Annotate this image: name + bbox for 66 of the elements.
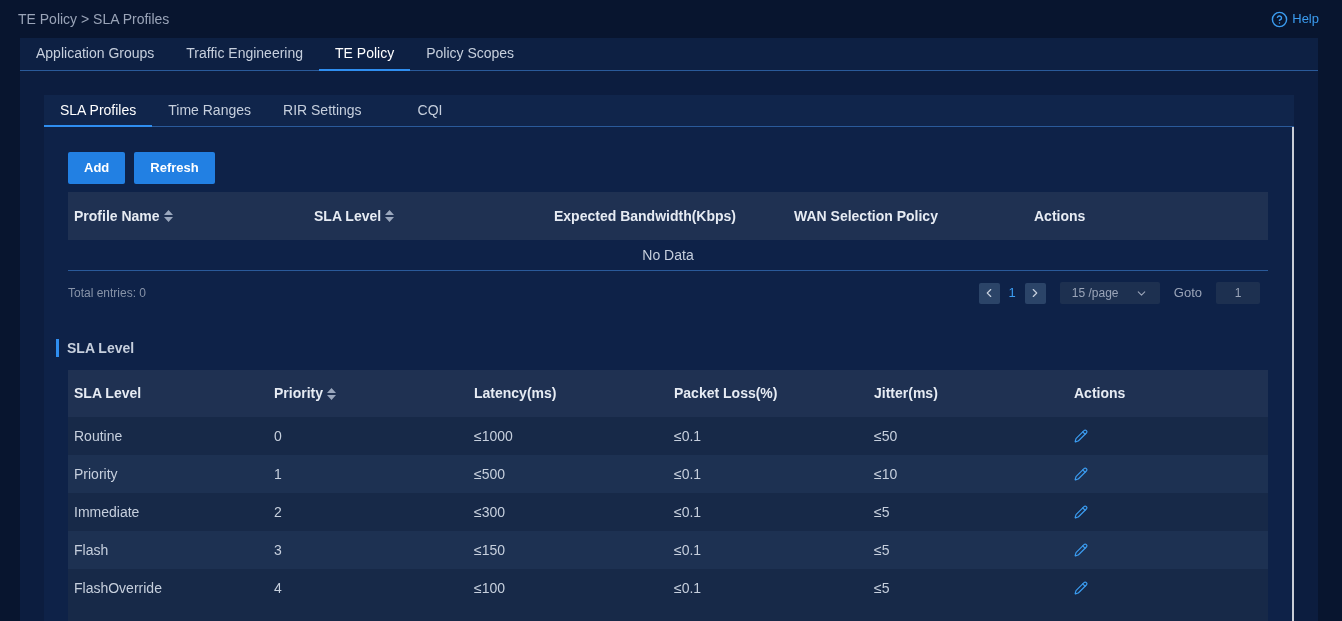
column-header: WAN Selection Policy (794, 206, 938, 226)
table-cell-text: 3 (274, 540, 282, 560)
table-cell-text: Routine (74, 426, 123, 446)
table-cell-text: Priority (74, 464, 118, 484)
main-tab[interactable]: Policy Scopes (410, 38, 531, 71)
table-cell-text: ≤5 (874, 540, 890, 560)
goto-field[interactable]: 1 (1216, 282, 1260, 304)
table-cell-text: 1 (274, 464, 282, 484)
total-entries: Total entries: 0 (68, 285, 147, 302)
column-header: Expected Bandwidth(Kbps) (554, 206, 736, 226)
column-header: Priority (274, 384, 323, 403)
table-cell-text: Flash (74, 540, 109, 560)
sub-tab[interactable]: CQI (401, 95, 459, 127)
main-tab[interactable]: Traffic Engineering (170, 38, 320, 71)
table-cell-text: ≤0.1 (674, 464, 702, 484)
action-button[interactable]: Refresh (134, 152, 215, 184)
main-tab[interactable]: Application Groups (20, 38, 171, 71)
column-header: Actions (1034, 206, 1086, 226)
edit-icon[interactable] (1074, 429, 1088, 443)
table-cell-text: ≤1000 (474, 426, 513, 446)
column-header: Profile Name (74, 206, 160, 226)
action-button[interactable]: Add (68, 152, 126, 184)
next-page-button[interactable] (1024, 282, 1046, 304)
previous-page-button[interactable] (978, 282, 1000, 304)
main-tab[interactable]: TE Policy (319, 38, 411, 71)
table-cell-text: ≤50 (874, 426, 898, 446)
help-icon (1271, 10, 1289, 28)
page-number[interactable]: 1 (999, 283, 1025, 303)
table-cell-text: Immediate (74, 502, 140, 522)
sort-icon[interactable] (163, 210, 173, 222)
page-size-select[interactable]: 15 /page (1059, 282, 1160, 304)
column-header: Actions (1074, 384, 1126, 403)
edit-icon[interactable] (1074, 467, 1088, 481)
column-header: SLA Level (74, 384, 142, 403)
sub-tab[interactable]: Time Ranges (152, 95, 267, 127)
empty-message: No Data (642, 245, 694, 265)
sort-icon[interactable] (327, 387, 336, 400)
table-cell-text: ≤0.1 (674, 426, 702, 446)
goto-label: Goto (1173, 284, 1202, 303)
table-cell-text: ≤10 (874, 464, 898, 484)
table-cell-text: 4 (274, 578, 282, 598)
sort-icon[interactable] (385, 210, 395, 222)
table-cell-text: ≤0.1 (674, 578, 702, 598)
column-header: Latency(ms) (474, 384, 557, 403)
table-cell-text: ≤300 (474, 502, 506, 522)
sub-tab[interactable]: RIR Settings (267, 95, 378, 127)
edit-icon[interactable] (1074, 581, 1088, 595)
edit-icon[interactable] (1074, 543, 1088, 557)
column-header: SLA Level (314, 206, 382, 226)
section-title: SLA Level (67, 338, 135, 358)
table-cell-text: ≤150 (474, 540, 506, 560)
table-cell-text: FlashOverride (74, 578, 162, 598)
edit-icon[interactable] (1074, 505, 1088, 519)
table-cell-text: ≤0.1 (674, 540, 702, 560)
breadcrumb: TE Policy > SLA Profiles (18, 9, 170, 29)
help-link[interactable]: Help (1271, 9, 1319, 29)
column-header: Packet Loss(%) (674, 384, 778, 403)
table-cell-text: 2 (274, 502, 282, 522)
sub-tab[interactable]: SLA Profiles (44, 95, 153, 127)
column-header: Jitter(ms) (874, 384, 938, 403)
table-cell-text: ≤5 (874, 578, 890, 598)
table-cell-text: ≤100 (474, 578, 506, 598)
table-cell-text: ≤0.1 (674, 502, 702, 522)
table-cell-text: ≤5 (874, 502, 890, 522)
table-cell-text: 0 (274, 426, 282, 446)
table-cell-text: ≤500 (474, 464, 506, 484)
